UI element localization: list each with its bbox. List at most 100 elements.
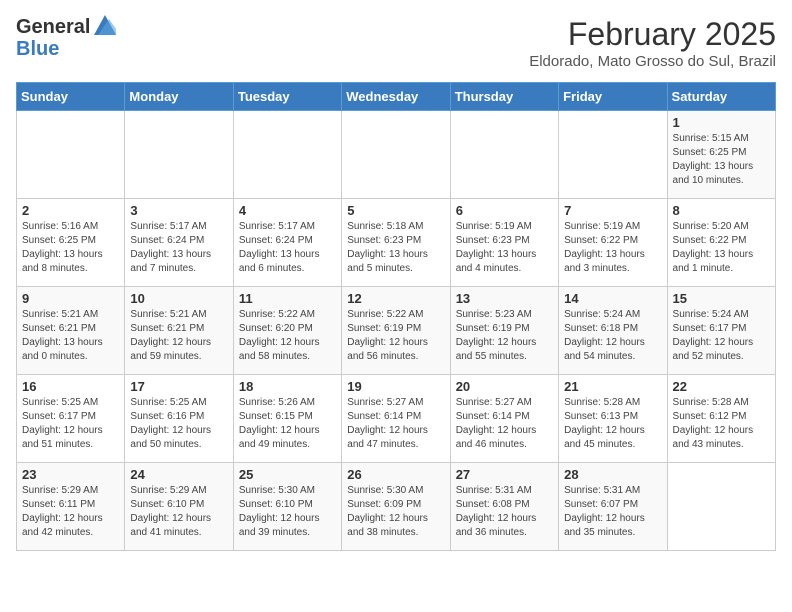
calendar-cell (342, 111, 450, 199)
day-info: Sunset: 6:17 PM (673, 322, 770, 336)
day-info: and 55 minutes. (456, 350, 553, 364)
day-info: and 42 minutes. (22, 526, 119, 540)
day-info: Sunset: 6:21 PM (130, 322, 227, 336)
day-info: and 4 minutes. (456, 262, 553, 276)
day-info: Daylight: 13 hours (22, 248, 119, 262)
day-info: and 7 minutes. (130, 262, 227, 276)
day-info: Sunrise: 5:17 AM (130, 220, 227, 234)
calendar-cell: 27 Sunrise: 5:31 AMSunset: 6:08 PMDayligh… (450, 463, 558, 551)
calendar-cell: 20Sunrise: 5:27 AMSunset: 6:14 PMDayligh… (450, 375, 558, 463)
day-info: Sunrise: 5:29 AM (130, 484, 227, 498)
day-info: Sunset: 6:09 PM (347, 498, 444, 512)
day-info: Sunset: 6:24 PM (239, 234, 336, 248)
day-number: 7 (564, 203, 661, 218)
logo-blue: Blue (16, 38, 59, 60)
day-info: Daylight: 12 hours (22, 512, 119, 526)
day-info: Sunset: 6:11 PM (22, 498, 119, 512)
day-info: Sunset: 6:14 PM (456, 410, 553, 424)
day-info: Sunrise: 5:25 AM (22, 396, 119, 410)
calendar-cell: 25Sunrise: 5:30 AMSunset: 6:10 PMDayligh… (233, 463, 341, 551)
day-info: and 46 minutes. (456, 438, 553, 452)
day-info: Sunset: 6:15 PM (239, 410, 336, 424)
day-info: Sunset: 6:19 PM (456, 322, 553, 336)
day-info: Daylight: 13 hours (347, 248, 444, 262)
calendar-cell (125, 111, 233, 199)
day-number: 10 (130, 291, 227, 306)
day-number: 9 (22, 291, 119, 306)
day-info: Daylight: 12 hours (239, 336, 336, 350)
calendar-cell: 14 Sunrise: 5:24 AMSunset: 6:18 PMDayligh… (559, 287, 667, 375)
calendar-cell: 11Sunrise: 5:22 AMSunset: 6:20 PMDayligh… (233, 287, 341, 375)
day-info: Sunrise: 5:29 AM (22, 484, 119, 498)
calendar-cell (233, 111, 341, 199)
day-number: 27 (456, 467, 553, 482)
day-info: Daylight: 12 hours (673, 424, 770, 438)
day-info: Sunset: 6:25 PM (22, 234, 119, 248)
day-info: Sunrise: 5:22 AM (239, 308, 336, 322)
calendar-header: Sunday Monday Tuesday Wednesday Thursday… (17, 83, 776, 111)
day-info: Sunrise: 5:30 AM (347, 484, 444, 498)
day-number: 19 (347, 379, 444, 394)
day-number: 6 (456, 203, 553, 218)
day-info: Sunrise: 5:31 AM (456, 484, 553, 498)
day-info: and 0 minutes. (22, 350, 119, 364)
day-info: Sunset: 6:10 PM (239, 498, 336, 512)
day-info: and 59 minutes. (130, 350, 227, 364)
day-info: and 41 minutes. (130, 526, 227, 540)
day-number: 28 (564, 467, 661, 482)
day-info: Sunrise: 5:31 AM (564, 484, 661, 498)
day-number: 25 (239, 467, 336, 482)
day-info: and 52 minutes. (673, 350, 770, 364)
day-info: Sunset: 6:18 PM (564, 322, 661, 336)
day-info: Sunrise: 5:25 AM (130, 396, 227, 410)
day-info: Sunrise: 5:24 AM (564, 308, 661, 322)
day-info: Sunset: 6:25 PM (673, 146, 770, 160)
day-info: and 45 minutes. (564, 438, 661, 452)
day-info: Sunrise: 5:21 AM (22, 308, 119, 322)
calendar-week-5: 23Sunrise: 5:29 AMSunset: 6:11 PMDayligh… (17, 463, 776, 551)
day-info: Daylight: 12 hours (564, 336, 661, 350)
header-tuesday: Tuesday (233, 83, 341, 111)
day-info: Daylight: 12 hours (130, 336, 227, 350)
day-info: and 3 minutes. (564, 262, 661, 276)
day-info: Sunrise: 5:24 AM (673, 308, 770, 322)
calendar-cell: 13Sunrise: 5:23 AMSunset: 6:19 PMDayligh… (450, 287, 558, 375)
day-info: Sunset: 6:19 PM (347, 322, 444, 336)
day-info: Daylight: 12 hours (239, 424, 336, 438)
day-info: Sunrise: 5:28 AM (564, 396, 661, 410)
day-info: Daylight: 12 hours (347, 336, 444, 350)
day-info: Sunrise: 5:15 AM (673, 132, 770, 146)
day-info: and 54 minutes. (564, 350, 661, 364)
day-info: Daylight: 12 hours (456, 512, 553, 526)
day-number: 14 (564, 291, 661, 306)
calendar-cell: 23 Sunrise: 5:29 AMSunset: 6:11 PMDayligh… (17, 463, 125, 551)
day-info: Daylight: 13 hours (239, 248, 336, 262)
calendar-cell: 2Sunrise: 5:16 AMSunset: 6:25 PMDaylight… (17, 199, 125, 287)
day-info: Sunset: 6:12 PM (673, 410, 770, 424)
calendar-week-3: 9Sunrise: 5:21 AMSunset: 6:21 PMDaylight… (17, 287, 776, 375)
calendar-table: Sunday Monday Tuesday Wednesday Thursday… (16, 82, 776, 551)
day-info: and 49 minutes. (239, 438, 336, 452)
header-wednesday: Wednesday (342, 83, 450, 111)
day-info: Sunrise: 5:20 AM (673, 220, 770, 234)
calendar-cell (17, 111, 125, 199)
day-info: Sunrise: 5:18 AM (347, 220, 444, 234)
day-info: Daylight: 13 hours (673, 248, 770, 262)
calendar-cell: 3Sunrise: 5:17 AMSunset: 6:24 PMDaylight… (125, 199, 233, 287)
calendar-subtitle: Eldorado, Mato Grosso do Sul, Brazil (529, 53, 776, 70)
day-info: Sunset: 6:10 PM (130, 498, 227, 512)
calendar-cell: 12Sunrise: 5:22 AMSunset: 6:19 PMDayligh… (342, 287, 450, 375)
day-number: 23 (22, 467, 119, 482)
day-info: Sunrise: 5:21 AM (130, 308, 227, 322)
day-info: and 43 minutes. (673, 438, 770, 452)
calendar-cell: 28Sunrise: 5:31 AMSunset: 6:07 PMDayligh… (559, 463, 667, 551)
day-info: Daylight: 12 hours (347, 424, 444, 438)
day-info: Daylight: 12 hours (22, 424, 119, 438)
day-info: Sunrise: 5:28 AM (673, 396, 770, 410)
day-info: and 10 minutes. (673, 174, 770, 188)
day-info: Sunset: 6:08 PM (456, 498, 553, 512)
day-info: Sunset: 6:24 PM (130, 234, 227, 248)
header-monday: Monday (125, 83, 233, 111)
day-info: and 51 minutes. (22, 438, 119, 452)
day-info: Daylight: 12 hours (347, 512, 444, 526)
